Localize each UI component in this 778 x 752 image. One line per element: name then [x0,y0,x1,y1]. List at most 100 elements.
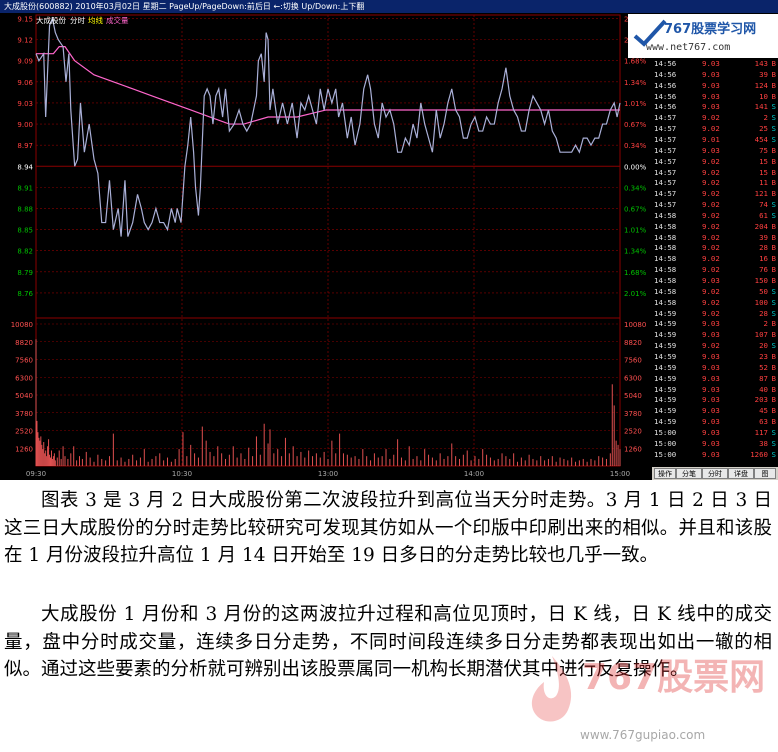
trade-side: B [771,189,776,199]
trade-volume: 87 [759,373,768,383]
volume-tick-label-right: 3780 [624,410,642,418]
trade-volume: 61 [759,210,768,220]
stock-terminal-screen: 大成股份(600882) 2010年03月02日 星期二 PageUp/Page… [0,0,778,480]
trade-time: 14:57 [654,134,677,144]
trade-side: B [771,91,776,101]
trade-price: 9.02 [702,286,720,296]
trade-side: B [771,330,776,340]
time-tick-label: 09:30 [26,470,46,478]
tab-4[interactable]: 图 [754,468,776,479]
trade-row: 14:58 9.02 61 S [652,211,778,222]
trade-time: 15:00 [654,449,677,459]
price-tick-label: 8.94 [17,163,33,171]
trade-row: 14:56 9.03 141 S [652,102,778,113]
trade-row: 14:57 9.03 75 B [652,146,778,157]
volume-tick-label-right: 1260 [624,445,642,453]
tab-3[interactable]: 详盘 [728,468,754,479]
trade-price: 9.03 [702,427,720,437]
trade-price: 9.02 [702,308,720,318]
trade-price: 9.02 [702,297,720,307]
percent-tick-label: 0.34% [624,184,647,192]
trade-row: 14:56 9.03 143 B [652,59,778,70]
trade-volume: 76 [759,265,768,275]
trade-price: 9.03 [702,102,720,112]
price-tick-label: 9.06 [17,79,33,87]
trade-volume: 39 [759,232,768,242]
trade-price: 9.02 [702,243,720,253]
trade-side: B [771,276,776,285]
trade-price: 9.02 [702,254,720,264]
tab-2[interactable]: 分时 [702,468,728,479]
tab-0[interactable]: 操作 [654,468,676,479]
tick-trade-list[interactable]: 14:56 9.03 143 B 14:56 9.03 39 B 14:56 9.03 124 B 14… [652,59,778,462]
volume-tick-label-right: 7560 [624,357,642,365]
percent-tick-label: 1.68% [624,269,647,277]
time-tick-label: 14:00 [464,470,484,478]
trade-side: B [771,406,776,416]
trade-volume: 1260 [750,449,768,459]
trade-row: 14:58 9.02 16 B [652,254,778,265]
trade-time: 14:58 [654,286,677,296]
percent-tick-label: 1.01% [624,227,647,235]
chart-legend: 大成股份 分时 均线 成交量 [36,15,129,25]
trade-side: S [771,113,776,123]
watermark-top: 767股票学习网 www.net767.com [628,14,778,58]
trade-time: 14:57 [654,167,677,177]
trade-time: 14:57 [654,200,677,210]
trade-price: 9.03 [702,395,720,405]
window-title: 大成股份(600882) 2010年03月02日 星期二 PageUp/Page… [4,2,365,11]
volume-tick-label-right: 6300 [624,374,642,382]
trade-time: 14:58 [654,232,677,242]
trade-price: 9.02 [702,221,720,231]
trade-side: S [771,124,776,134]
trade-volume: 2 [763,319,768,329]
trade-volume: 28 [759,308,768,318]
trade-row: 14:59 9.03 107 B [652,330,778,341]
trade-row: 14:56 9.03 10 B [652,92,778,103]
trade-time: 14:59 [654,417,677,427]
trade-volume: 75 [759,145,768,155]
volume-tick-label: 7560 [15,357,33,365]
price-tick-label: 8.91 [17,184,33,192]
trade-volume: 204 [754,221,768,231]
article-body: 图表 3 是 3 月 2 日大成股份第二次波段拉升到高位当天分时走势。3 月 1… [0,480,778,752]
legend-chengjiao: 成交量 [106,15,129,25]
trade-time: 14:59 [654,362,677,372]
percent-tick-label: 1.01% [624,100,647,108]
price-tick-label: 8.85 [17,227,33,235]
price-tick-label: 8.76 [17,290,33,298]
trade-price: 9.03 [702,406,720,416]
price-axis-ticks: 9.15 9.12 9.09 9.06 9.03 9.00 8.97 8.94 8.91 8.88… [17,16,33,298]
trade-time: 14:58 [654,254,677,264]
volume-tick-label: 5040 [15,392,33,400]
trade-price: 9.03 [702,373,720,383]
percent-tick-label: 0.67% [624,205,647,213]
tab-1[interactable]: 分笔 [676,468,702,479]
trade-price: 9.02 [702,189,720,199]
side-tab-bar: 操作 分笔 分时 详盘图 [652,467,778,480]
trade-time: 14:58 [654,297,677,307]
price-tick-label: 8.88 [17,205,33,213]
trade-time: 14:56 [654,80,677,90]
trade-volume: 100 [754,297,768,307]
trade-time: 14:57 [654,113,677,123]
time-tick-label: 10:30 [172,470,192,478]
trade-row: 14:59 9.02 28 S [652,309,778,320]
trade-side: S [771,286,776,296]
percent-tick-label: 0.67% [624,121,647,129]
volume-tick-label: 1260 [15,445,33,453]
price-tick-label: 8.79 [17,269,33,277]
price-tick-label: 9.09 [17,58,33,66]
trade-side: B [771,145,776,155]
volume-axis-ticks-right: 10080 8820 7560 6300 5040 3780 2520 1260 [624,321,646,453]
trade-row: 14:57 9.02 15 B [652,168,778,179]
trade-side: B [771,221,776,231]
trade-price: 9.02 [702,178,720,188]
trade-side: B [771,59,776,68]
trade-volume: 63 [759,417,768,427]
trade-side: B [771,156,776,166]
volume-tick-label: 6300 [15,374,33,382]
trade-volume: 40 [759,384,768,394]
trade-volume: 203 [754,395,768,405]
percent-tick-label: 1.34% [624,79,647,87]
